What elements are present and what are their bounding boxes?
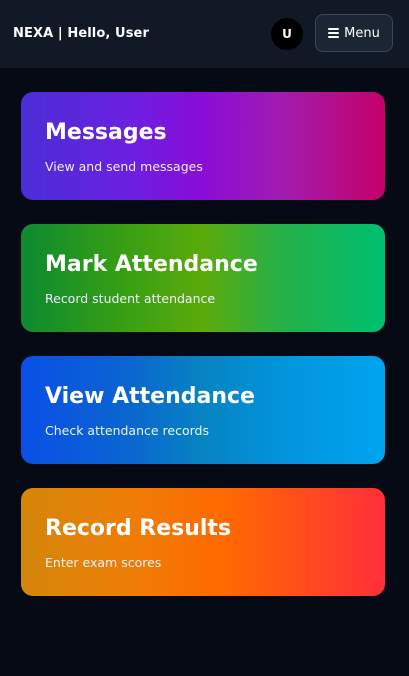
brand-greeting: NEXA | Hello, User bbox=[13, 26, 149, 41]
view-attendance-card-title: View Attendance bbox=[45, 384, 255, 409]
record-results-card-title: Record Results bbox=[45, 516, 232, 541]
user-avatar[interactable]: U bbox=[271, 18, 303, 50]
view-attendance-card[interactable]: View Attendance Check attendance records bbox=[21, 356, 385, 464]
messages-card-description: View and send messages bbox=[45, 159, 203, 174]
hamburger-icon bbox=[328, 28, 340, 38]
mark-attendance-card-title: Mark Attendance bbox=[45, 252, 258, 277]
menu-button[interactable]: Menu bbox=[315, 14, 393, 52]
menu-button-label: Menu bbox=[344, 25, 380, 41]
view-attendance-card-description: Check attendance records bbox=[45, 423, 209, 438]
record-results-card[interactable]: Record Results Enter exam scores bbox=[21, 488, 385, 596]
messages-card-title: Messages bbox=[45, 120, 167, 145]
messages-card[interactable]: Messages View and send messages bbox=[21, 92, 385, 200]
top-bar: NEXA | Hello, User U Menu bbox=[0, 0, 409, 68]
record-results-card-description: Enter exam scores bbox=[45, 555, 162, 570]
mark-attendance-card-description: Record student attendance bbox=[45, 291, 216, 306]
mark-attendance-card[interactable]: Mark Attendance Record student attendanc… bbox=[21, 224, 385, 332]
